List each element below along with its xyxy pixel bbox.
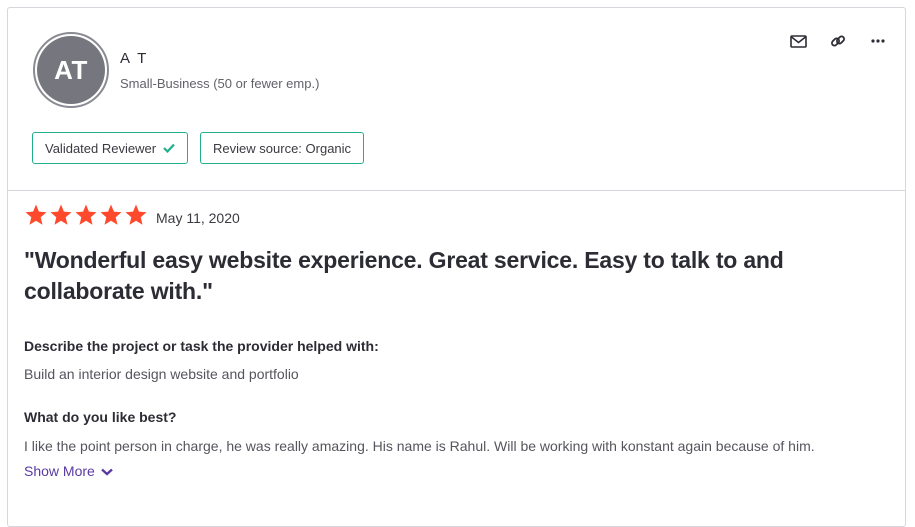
review-title: "Wonderful easy website experience. Grea…	[24, 247, 784, 304]
checkmark-icon	[163, 141, 175, 156]
star-icon	[99, 203, 123, 232]
reviewer-badges: Validated Reviewer Review source: Organi…	[32, 132, 365, 164]
avatar-initials: AT	[37, 36, 105, 104]
star-icon	[74, 203, 98, 232]
review-date: May 11, 2020	[156, 209, 240, 226]
mail-icon[interactable]	[789, 32, 807, 50]
more-icon[interactable]	[869, 32, 887, 50]
review-actions	[789, 32, 887, 50]
answer-project: Build an interior design website and por…	[24, 366, 299, 382]
avatar: AT	[33, 32, 109, 108]
chevron-down-icon	[101, 463, 113, 479]
validated-reviewer-badge: Validated Reviewer	[32, 132, 189, 164]
question-like-best: What do you like best?	[24, 409, 177, 425]
review-source-badge: Review source: Organic	[200, 132, 365, 164]
link-icon[interactable]	[829, 32, 847, 50]
validated-reviewer-label: Validated Reviewer	[45, 140, 157, 156]
reviewer-header: AT A T Small-Business (50 or fewer emp.)…	[8, 8, 905, 191]
question-project: Describe the project or task the provide…	[24, 338, 379, 354]
star-icon	[124, 203, 148, 232]
star-icon	[49, 203, 73, 232]
show-more-label: Show More	[24, 463, 95, 479]
rating-row: May 11, 2020	[24, 203, 240, 232]
star-icon	[24, 203, 48, 232]
star-rating	[24, 203, 148, 232]
review-source-label: Review source: Organic	[213, 140, 352, 156]
reviewer-name: A T	[120, 50, 149, 67]
reviewer-company-size: Small-Business (50 or fewer emp.)	[120, 76, 320, 91]
show-more-button[interactable]: Show More	[24, 463, 113, 479]
answer-like-best: I like the point person in charge, he wa…	[24, 438, 815, 454]
